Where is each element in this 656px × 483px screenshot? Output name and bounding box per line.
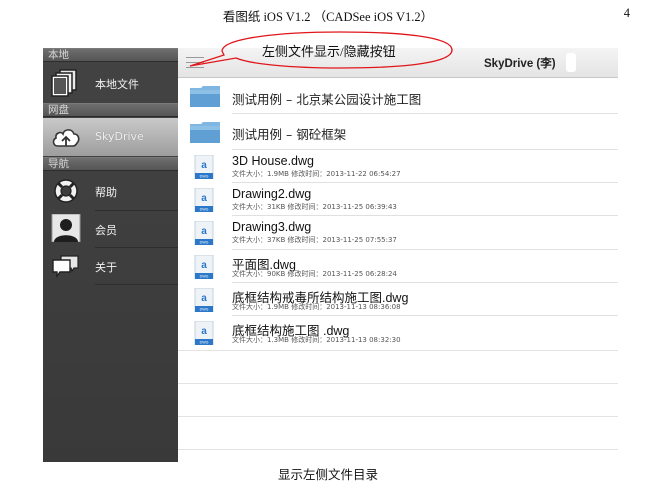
svg-text:a: a bbox=[201, 260, 207, 271]
dwg-file-icon: a DWG bbox=[194, 155, 214, 179]
row-divider bbox=[178, 416, 618, 417]
app-screen: 本地 本地文件 网盘 SkyDrive 导航 帮助 会员 关于 SkyDrive… bbox=[43, 48, 618, 462]
file-meta: 文件大小：31KB 修改时间：2013-11-25 06:39:43 bbox=[232, 203, 397, 211]
svg-text:a: a bbox=[201, 226, 207, 237]
document-header: 看图纸 iOS V1.2 （CADSee iOS V1.2） 4 bbox=[0, 0, 656, 26]
chat-bubbles-icon bbox=[52, 255, 79, 279]
file-meta: 文件大小：90KB 修改时间：2013-11-25 06:28:24 bbox=[232, 270, 397, 278]
top-bar-action-button[interactable] bbox=[566, 53, 576, 72]
lifebuoy-icon bbox=[54, 179, 78, 203]
folder-name: 测试用例 – 钢砼框架 bbox=[232, 127, 347, 142]
sidebar-item-skydrive[interactable]: SkyDrive bbox=[43, 118, 178, 156]
svg-text:a: a bbox=[201, 293, 207, 304]
file-row[interactable]: a DWG 底框结构施工图 .dwg 文件大小：1.3MB 修改时间：2013-… bbox=[178, 316, 618, 350]
svg-text:a: a bbox=[201, 193, 207, 204]
dwg-file-icon: a DWG bbox=[194, 221, 214, 245]
file-row[interactable]: a DWG 底框结构戒毒所结构施工图.dwg 文件大小：1.9MB 修改时间：2… bbox=[178, 283, 618, 316]
sidebar-item-label: 帮助 bbox=[95, 186, 117, 199]
row-divider bbox=[178, 449, 618, 450]
dwg-file-icon: a DWG bbox=[194, 188, 214, 212]
sidebar-item-label: 会员 bbox=[95, 224, 117, 237]
file-name: Drawing3.dwg bbox=[232, 220, 312, 234]
document-title: 看图纸 iOS V1.2 （CADSee iOS V1.2） bbox=[222, 10, 434, 24]
sidebar-item-label: SkyDrive bbox=[95, 130, 144, 143]
file-meta: 文件大小：1.9MB 修改时间：2013-11-13 08:36:08 bbox=[232, 303, 401, 311]
file-browser: SkyDrive (李) 测试用例 – 北京某公园设计施工图 测试用例 – 钢砼… bbox=[178, 48, 618, 462]
file-row[interactable]: a DWG 平面图.dwg 文件大小：90KB 修改时间：2013-11-25 … bbox=[178, 250, 618, 283]
sidebar-item-local-files[interactable]: 本地文件 bbox=[43, 64, 178, 102]
folder-row[interactable]: 测试用例 – 钢砼框架 bbox=[178, 114, 618, 150]
folder-name: 测试用例 – 北京某公园设计施工图 bbox=[232, 92, 422, 107]
sidebar-item-about[interactable]: 关于 bbox=[43, 247, 178, 285]
folder-icon bbox=[190, 122, 220, 143]
sidebar-item-label: 关于 bbox=[95, 261, 117, 274]
sidebar-item-member[interactable]: 会员 bbox=[43, 210, 178, 248]
folder-icon bbox=[190, 86, 220, 107]
dwg-file-label: DWG bbox=[200, 275, 209, 279]
svg-text:a: a bbox=[201, 160, 207, 171]
sidebar: 本地 本地文件 网盘 SkyDrive 导航 帮助 会员 关于 bbox=[43, 48, 178, 462]
page-number: 4 bbox=[623, 6, 630, 20]
file-meta: 文件大小：1.3MB 修改时间：2013-11-13 08:32:30 bbox=[232, 336, 401, 344]
file-name: 3D House.dwg bbox=[232, 154, 314, 168]
dwg-file-icon: a DWG bbox=[194, 321, 214, 345]
folder-row[interactable]: 测试用例 – 北京某公园设计施工图 bbox=[178, 78, 618, 114]
sidebar-item-label: 本地文件 bbox=[95, 78, 139, 91]
sidebar-divider bbox=[95, 284, 178, 285]
dwg-file-icon: a DWG bbox=[194, 255, 214, 279]
member-avatar-icon bbox=[51, 214, 81, 242]
file-meta: 文件大小：1.9MB 修改时间：2013-11-22 06:54:27 bbox=[232, 170, 401, 178]
cloud-upload-icon bbox=[52, 129, 80, 147]
dwg-file-label: DWG bbox=[200, 175, 209, 179]
top-bar: SkyDrive (李) bbox=[178, 48, 618, 78]
file-row[interactable]: a DWG Drawing2.dwg 文件大小：31KB 修改时间：2013-1… bbox=[178, 183, 618, 216]
top-bar-title: SkyDrive (李) bbox=[484, 58, 556, 70]
section-header-navigation: 导航 bbox=[43, 157, 178, 171]
hamburger-menu-icon[interactable] bbox=[186, 57, 204, 69]
files-icon bbox=[51, 69, 77, 97]
row-divider bbox=[178, 383, 618, 384]
dwg-file-icon: a DWG bbox=[194, 288, 214, 312]
annotation-text: 左侧文件显示/隐藏按钮 bbox=[262, 44, 396, 59]
figure-caption: 显示左侧文件目录 bbox=[277, 468, 378, 482]
section-header-cloud: 网盘 bbox=[43, 103, 178, 117]
file-row[interactable]: a DWG Drawing3.dwg 文件大小：37KB 修改时间：2013-1… bbox=[178, 216, 618, 250]
file-meta: 文件大小：37KB 修改时间：2013-11-25 07:55:37 bbox=[232, 236, 397, 244]
dwg-file-label: DWG bbox=[200, 208, 209, 212]
file-row[interactable]: a DWG 3D House.dwg 文件大小：1.9MB 修改时间：2013-… bbox=[178, 150, 618, 183]
dwg-file-label: DWG bbox=[200, 308, 209, 312]
dwg-file-label: DWG bbox=[200, 241, 209, 245]
section-header-local: 本地 bbox=[43, 48, 178, 62]
sidebar-item-help[interactable]: 帮助 bbox=[43, 172, 178, 210]
row-divider bbox=[178, 350, 618, 351]
file-name: Drawing2.dwg bbox=[232, 187, 312, 201]
svg-text:a: a bbox=[201, 326, 207, 337]
dwg-file-label: DWG bbox=[200, 341, 209, 345]
